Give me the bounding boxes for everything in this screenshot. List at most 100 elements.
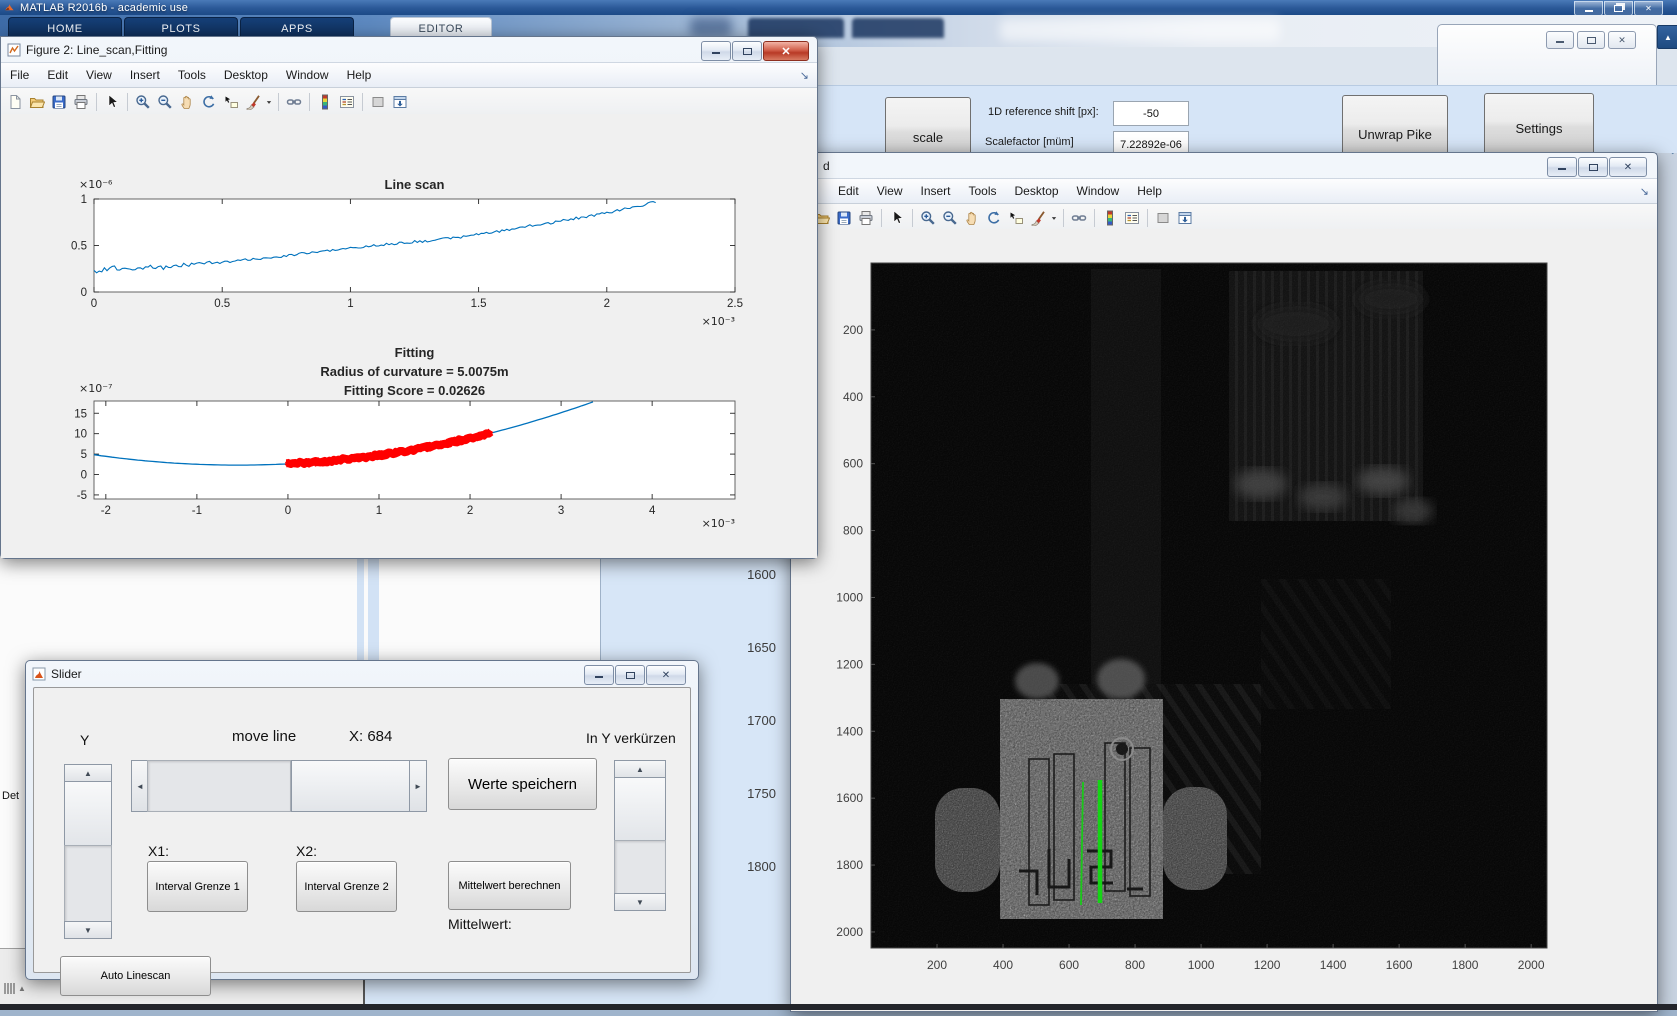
menu-item-tools[interactable]: Tools <box>960 184 1006 198</box>
zoom-in-icon[interactable] <box>917 208 939 228</box>
interval-grenze-2-button[interactable]: Interval Grenze 2 <box>296 861 397 912</box>
main-window-title: MATLAB R2016b - academic use <box>20 2 188 14</box>
brush-icon[interactable] <box>242 92 264 112</box>
doc-minimize-button[interactable] <box>1546 31 1574 49</box>
menu-item-tools[interactable]: Tools <box>169 68 215 82</box>
in-y-slider-down-button[interactable]: ▼ <box>614 893 666 911</box>
hide-plot-tools-icon[interactable] <box>367 92 389 112</box>
x-slider-thumb[interactable] <box>291 760 411 812</box>
y-slider-trough[interactable] <box>64 845 112 923</box>
main-restore-button[interactable] <box>1604 1 1633 16</box>
insert-colorbar-icon[interactable] <box>1099 208 1121 228</box>
svg-text:×10⁻⁶: ×10⁻⁶ <box>79 178 113 191</box>
svg-text:5: 5 <box>81 449 87 461</box>
svg-text:×10⁻³: ×10⁻³ <box>702 315 735 328</box>
menu-item-insert[interactable]: Insert <box>911 184 959 198</box>
settings-button[interactable]: Settings <box>1484 93 1594 155</box>
docked-document-window: ✕ <box>1437 24 1657 88</box>
ribbon-collapse-tab[interactable]: ▲ <box>1657 25 1677 49</box>
doc-restore-button[interactable] <box>1577 31 1605 49</box>
open-folder-icon[interactable] <box>26 92 48 112</box>
rotate-3d-icon[interactable] <box>983 208 1005 228</box>
zoom-in-icon[interactable] <box>132 92 154 112</box>
insert-legend-icon[interactable] <box>1121 208 1143 228</box>
link-plots-icon[interactable] <box>1068 208 1090 228</box>
figure-image-titlebar[interactable]: d ✕ <box>791 153 1657 178</box>
wafer-image[interactable] <box>871 263 1547 948</box>
print-icon[interactable] <box>70 92 92 112</box>
x-slider-right-button[interactable]: ► <box>409 760 427 812</box>
zoom-out-icon[interactable] <box>154 92 176 112</box>
doc-close-button[interactable]: ✕ <box>1608 31 1636 49</box>
resize-gripper[interactable]: ▲ <box>4 983 26 994</box>
pan-hand-icon[interactable] <box>961 208 983 228</box>
brush-icon[interactable] <box>1027 208 1049 228</box>
slider-minimize-button[interactable] <box>584 665 614 685</box>
dock-arrow-icon[interactable]: ↘ <box>1640 185 1649 198</box>
in-y-slider-trough[interactable] <box>614 840 666 895</box>
link-plots-icon[interactable] <box>283 92 305 112</box>
insert-legend-icon[interactable] <box>336 92 358 112</box>
slider-close-button[interactable]: ✕ <box>646 665 686 685</box>
menu-item-desktop[interactable]: Desktop <box>215 68 277 82</box>
menu-item-view[interactable]: View <box>868 184 912 198</box>
cursor-arrow-icon[interactable] <box>886 208 908 228</box>
slider-titlebar[interactable]: Slider ✕ <box>26 661 698 686</box>
slider-restore-button[interactable] <box>615 665 645 685</box>
y-slider-thumb[interactable] <box>64 781 112 847</box>
menu-item-window[interactable]: Window <box>277 68 338 82</box>
rotate-3d-icon[interactable] <box>198 92 220 112</box>
x-slider-trough[interactable] <box>147 760 291 812</box>
y-slider-down-button[interactable]: ▼ <box>64 921 112 939</box>
data-cursor-icon[interactable] <box>1005 208 1027 228</box>
hide-plot-tools-icon[interactable] <box>1152 208 1174 228</box>
save-icon[interactable] <box>48 92 70 112</box>
svg-text:1000: 1000 <box>1188 958 1215 972</box>
figure-image-canvas: 2004006008001000120014001600180020002004… <box>791 229 1657 1011</box>
new-document-icon[interactable] <box>4 92 26 112</box>
pan-hand-icon[interactable] <box>176 92 198 112</box>
in-y-slider-thumb[interactable] <box>614 777 666 842</box>
dock-arrow-icon[interactable]: ↘ <box>800 69 809 82</box>
menu-item-edit[interactable]: Edit <box>829 184 868 198</box>
unwrap-pike-button[interactable]: Unwrap Pike <box>1342 95 1448 159</box>
main-close-button[interactable]: ✕ <box>1634 1 1663 16</box>
menu-item-desktop[interactable]: Desktop <box>1006 184 1068 198</box>
in-y-verkuerzen-label: In Y verkürzen <box>586 730 676 746</box>
background-axis-value: 1650 <box>691 640 776 655</box>
werte-speichern-button[interactable]: Werte speichern <box>448 758 597 810</box>
dock-figure-icon[interactable] <box>1174 208 1196 228</box>
menu-item-help[interactable]: Help <box>1128 184 1171 198</box>
auto-linescan-button[interactable]: Auto Linescan <box>60 956 211 996</box>
cursor-arrow-icon[interactable] <box>101 92 123 112</box>
main-minimize-button[interactable] <box>1574 1 1603 16</box>
menu-item-file[interactable]: File <box>1 68 38 82</box>
menu-item-insert[interactable]: Insert <box>121 68 169 82</box>
caret-down-icon[interactable] <box>1049 208 1059 228</box>
figure2-restore-button[interactable] <box>732 41 762 61</box>
figure2-minimize-button[interactable] <box>701 41 731 61</box>
svg-text:Radius of curvature = 5.0075m: Radius of curvature = 5.0075m <box>320 364 508 379</box>
menu-item-edit[interactable]: Edit <box>38 68 77 82</box>
svg-text:1: 1 <box>376 505 382 517</box>
menu-item-view[interactable]: View <box>77 68 121 82</box>
menu-item-help[interactable]: Help <box>338 68 381 82</box>
ref-shift-field[interactable]: -50 <box>1113 101 1189 126</box>
interval-grenze-1-button[interactable]: Interval Grenze 1 <box>147 861 248 912</box>
zoom-out-icon[interactable] <box>939 208 961 228</box>
figure2-titlebar[interactable]: Figure 2: Line_scan,Fitting ✕ <box>1 37 817 62</box>
insert-colorbar-icon[interactable] <box>314 92 336 112</box>
menu-item-window[interactable]: Window <box>1068 184 1129 198</box>
figure-image-minimize-button[interactable] <box>1547 157 1577 177</box>
data-cursor-icon[interactable] <box>220 92 242 112</box>
mittelwert-berechnen-button[interactable]: Mittelwert berechnen <box>448 861 571 910</box>
save-icon[interactable] <box>833 208 855 228</box>
toolbar-separator <box>1094 209 1095 227</box>
caret-down-icon[interactable] <box>264 92 274 112</box>
figure2-close-button[interactable]: ✕ <box>763 41 809 61</box>
figure-image-close-button[interactable]: ✕ <box>1609 157 1647 177</box>
print-icon[interactable] <box>855 208 877 228</box>
dock-figure-icon[interactable] <box>389 92 411 112</box>
svg-text:600: 600 <box>1059 958 1079 972</box>
figure-image-restore-button[interactable] <box>1578 157 1608 177</box>
